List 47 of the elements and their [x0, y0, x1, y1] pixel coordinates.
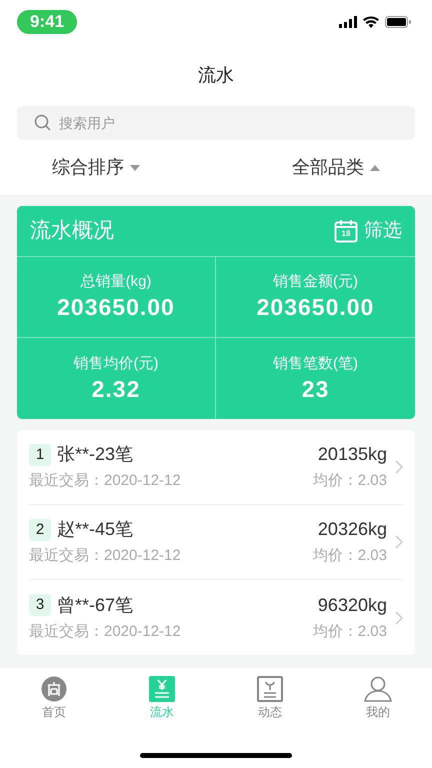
stat-label: 总销量(kg) — [80, 272, 152, 292]
wifi-icon — [363, 16, 379, 28]
chevron-right-icon — [395, 460, 403, 474]
search-icon — [34, 114, 52, 132]
signal-icon — [339, 16, 357, 28]
stat-value: 2.32 — [92, 374, 140, 404]
average-price: 均价：2.03 — [312, 471, 387, 492]
page-title: 流水 — [197, 64, 235, 86]
stat-label: 销售金额(元) — [273, 272, 358, 292]
card-title: 流水概况 — [30, 218, 114, 244]
battery-icon — [385, 16, 411, 28]
stat-value: 203650.00 — [57, 293, 175, 322]
customer-name: 张**-23笔 — [57, 443, 134, 466]
average-price: 均价：2.03 — [312, 546, 387, 566]
rank-badge: 2 — [29, 518, 51, 541]
last-trade-date: 最近交易：2020-12-12 — [29, 471, 182, 492]
weight-value: 20326kg — [318, 518, 387, 542]
weight-value: 20135kg — [318, 443, 387, 466]
record-row[interactable]: 2 赵**-45笔 最近交易：2020-12-12 20326kg 均价：2.03 — [29, 505, 403, 580]
chevron-right-icon — [395, 610, 403, 624]
last-trade-date: 最近交易：2020-12-12 — [29, 546, 182, 566]
stat-value: 203650.00 — [256, 293, 374, 322]
sprout-document-icon — [257, 676, 283, 702]
tab-item[interactable]: 我的 — [324, 676, 432, 730]
tab-item[interactable]: 首页 — [0, 676, 108, 730]
stat-label: 销售均价(元) — [74, 354, 158, 374]
shop-icon — [41, 676, 67, 702]
customer-name: 赵**-45笔 — [57, 518, 134, 542]
tab-item[interactable]: 动态 — [216, 676, 324, 730]
chevron-right-icon — [395, 535, 403, 549]
status-time: 9:41 — [17, 10, 78, 34]
filter-dropdown[interactable]: 全部品类 — [292, 154, 380, 181]
record-row[interactable]: 3 曾**-67笔 最近交易：2020-12-12 96320kg 均价：2.03 — [29, 580, 403, 655]
yuan-icon — [149, 676, 175, 702]
record-row[interactable]: 1 张**-23笔 最近交易：2020-12-12 20135kg 均价：2.03 — [29, 430, 403, 505]
rank-badge: 1 — [29, 444, 51, 466]
average-price: 均价：2.03 — [312, 622, 387, 642]
rank-badge: 3 — [29, 594, 51, 616]
person-icon — [364, 676, 392, 702]
customer-name: 曾**-67笔 — [57, 594, 134, 617]
stat-value: 23 — [302, 374, 330, 404]
filter-dropdown[interactable]: 综合排序 — [52, 154, 140, 181]
calendar-icon: 18 — [334, 219, 358, 243]
weight-value: 96320kg — [318, 594, 387, 617]
stat-label: 销售笔数(笔) — [273, 354, 358, 374]
last-trade-date: 最近交易：2020-12-12 — [29, 622, 182, 642]
search-field[interactable]: 搜索用户 — [17, 106, 415, 140]
